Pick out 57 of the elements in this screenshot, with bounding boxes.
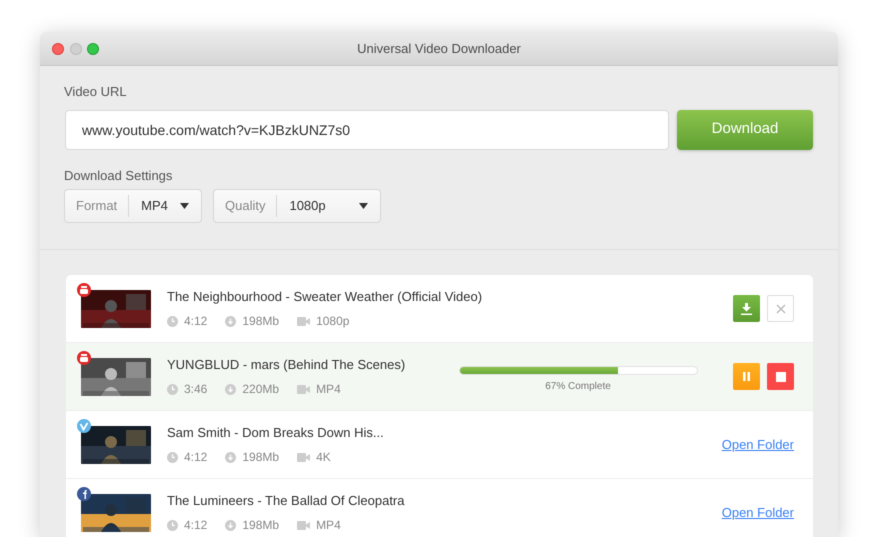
size-text: 198Mb: [242, 517, 280, 534]
field-label: Video URL: [64, 83, 127, 101]
video-camera-icon: [297, 316, 310, 326]
download-icon: [225, 384, 236, 395]
dropdown[interactable]: Quality 1080p: [213, 189, 381, 223]
clock-icon: [167, 520, 178, 531]
progress-text: 67% Complete: [545, 380, 611, 394]
caret-icon: [359, 203, 368, 209]
download-button[interactable]: [733, 295, 760, 322]
format-text: MP4: [316, 517, 341, 534]
video-title: The Lumineers - The Ballad Of Cleopatra: [167, 492, 404, 510]
video-camera-icon: [297, 384, 310, 394]
clock-icon: [167, 384, 178, 395]
format-text: 4K: [316, 449, 331, 466]
window-title: Universal Video Downloader: [357, 41, 521, 56]
size-text: 198Mb: [242, 313, 280, 330]
dropdown[interactable]: Format MP4: [64, 189, 202, 223]
close-icon: [776, 304, 786, 314]
video-title: YUNGBLUD - mars (Behind The Scenes): [167, 356, 406, 374]
duration-text: 3:46: [184, 381, 208, 398]
download-row[interactable]: The Lumineers - The Ballad Of Cleopatra 4:12 198Mb MP4 Open Folder: [66, 479, 813, 537]
video-camera-icon: [297, 520, 310, 530]
caret-icon: [180, 203, 189, 209]
pause-icon: [743, 372, 750, 381]
video-title: Sam Smith - Dom Breaks Down His...: [167, 424, 384, 442]
cancel-button[interactable]: [767, 295, 794, 322]
clock-icon: [167, 316, 178, 327]
section-label: Download Settings: [64, 166, 172, 185]
duration-text: 4:12: [184, 517, 208, 534]
download-icon: [225, 316, 236, 327]
stop-icon: [776, 372, 786, 382]
duration-text: 4:12: [184, 313, 208, 330]
minimize-button[interactable]: [70, 43, 82, 55]
download-row[interactable]: Sam Smith - Dom Breaks Down His... 4:12 198Mb 4K Open Folder: [66, 411, 813, 479]
clock-icon: [167, 452, 178, 463]
video-source-icon: [77, 486, 91, 500]
video-source-icon: [77, 350, 91, 364]
size-text: 198Mb: [242, 449, 280, 466]
stop-button[interactable]: [767, 363, 794, 390]
format-text: 1080p: [316, 313, 350, 330]
format-text: MP4: [316, 381, 341, 398]
video-source-icon: [77, 282, 91, 296]
url-field[interactable]: www.youtube.com/watch?v=KJBzkUNZ7s0: [65, 110, 669, 150]
size-text: 220Mb: [242, 381, 280, 398]
duration-text: 4:12: [184, 449, 208, 466]
pause-button[interactable]: [733, 363, 760, 390]
download-icon: [741, 302, 752, 314]
download-icon: [225, 452, 236, 463]
open-folder-link[interactable]: Open Folder: [722, 502, 794, 522]
video-camera-icon: [297, 452, 310, 462]
video-source-icon: [77, 418, 91, 432]
download-row[interactable]: YUNGBLUD - mars (Behind The Scenes) 3:46 220Mb MP4 67% Complete: [66, 343, 813, 411]
video-title: The Neighbourhood - Sweater Weather (Official Video): [167, 288, 482, 306]
close-button[interactable]: [52, 43, 64, 55]
zoom-button[interactable]: [87, 43, 99, 55]
open-folder-link[interactable]: Open Folder: [722, 434, 794, 454]
download-icon: [225, 520, 236, 531]
